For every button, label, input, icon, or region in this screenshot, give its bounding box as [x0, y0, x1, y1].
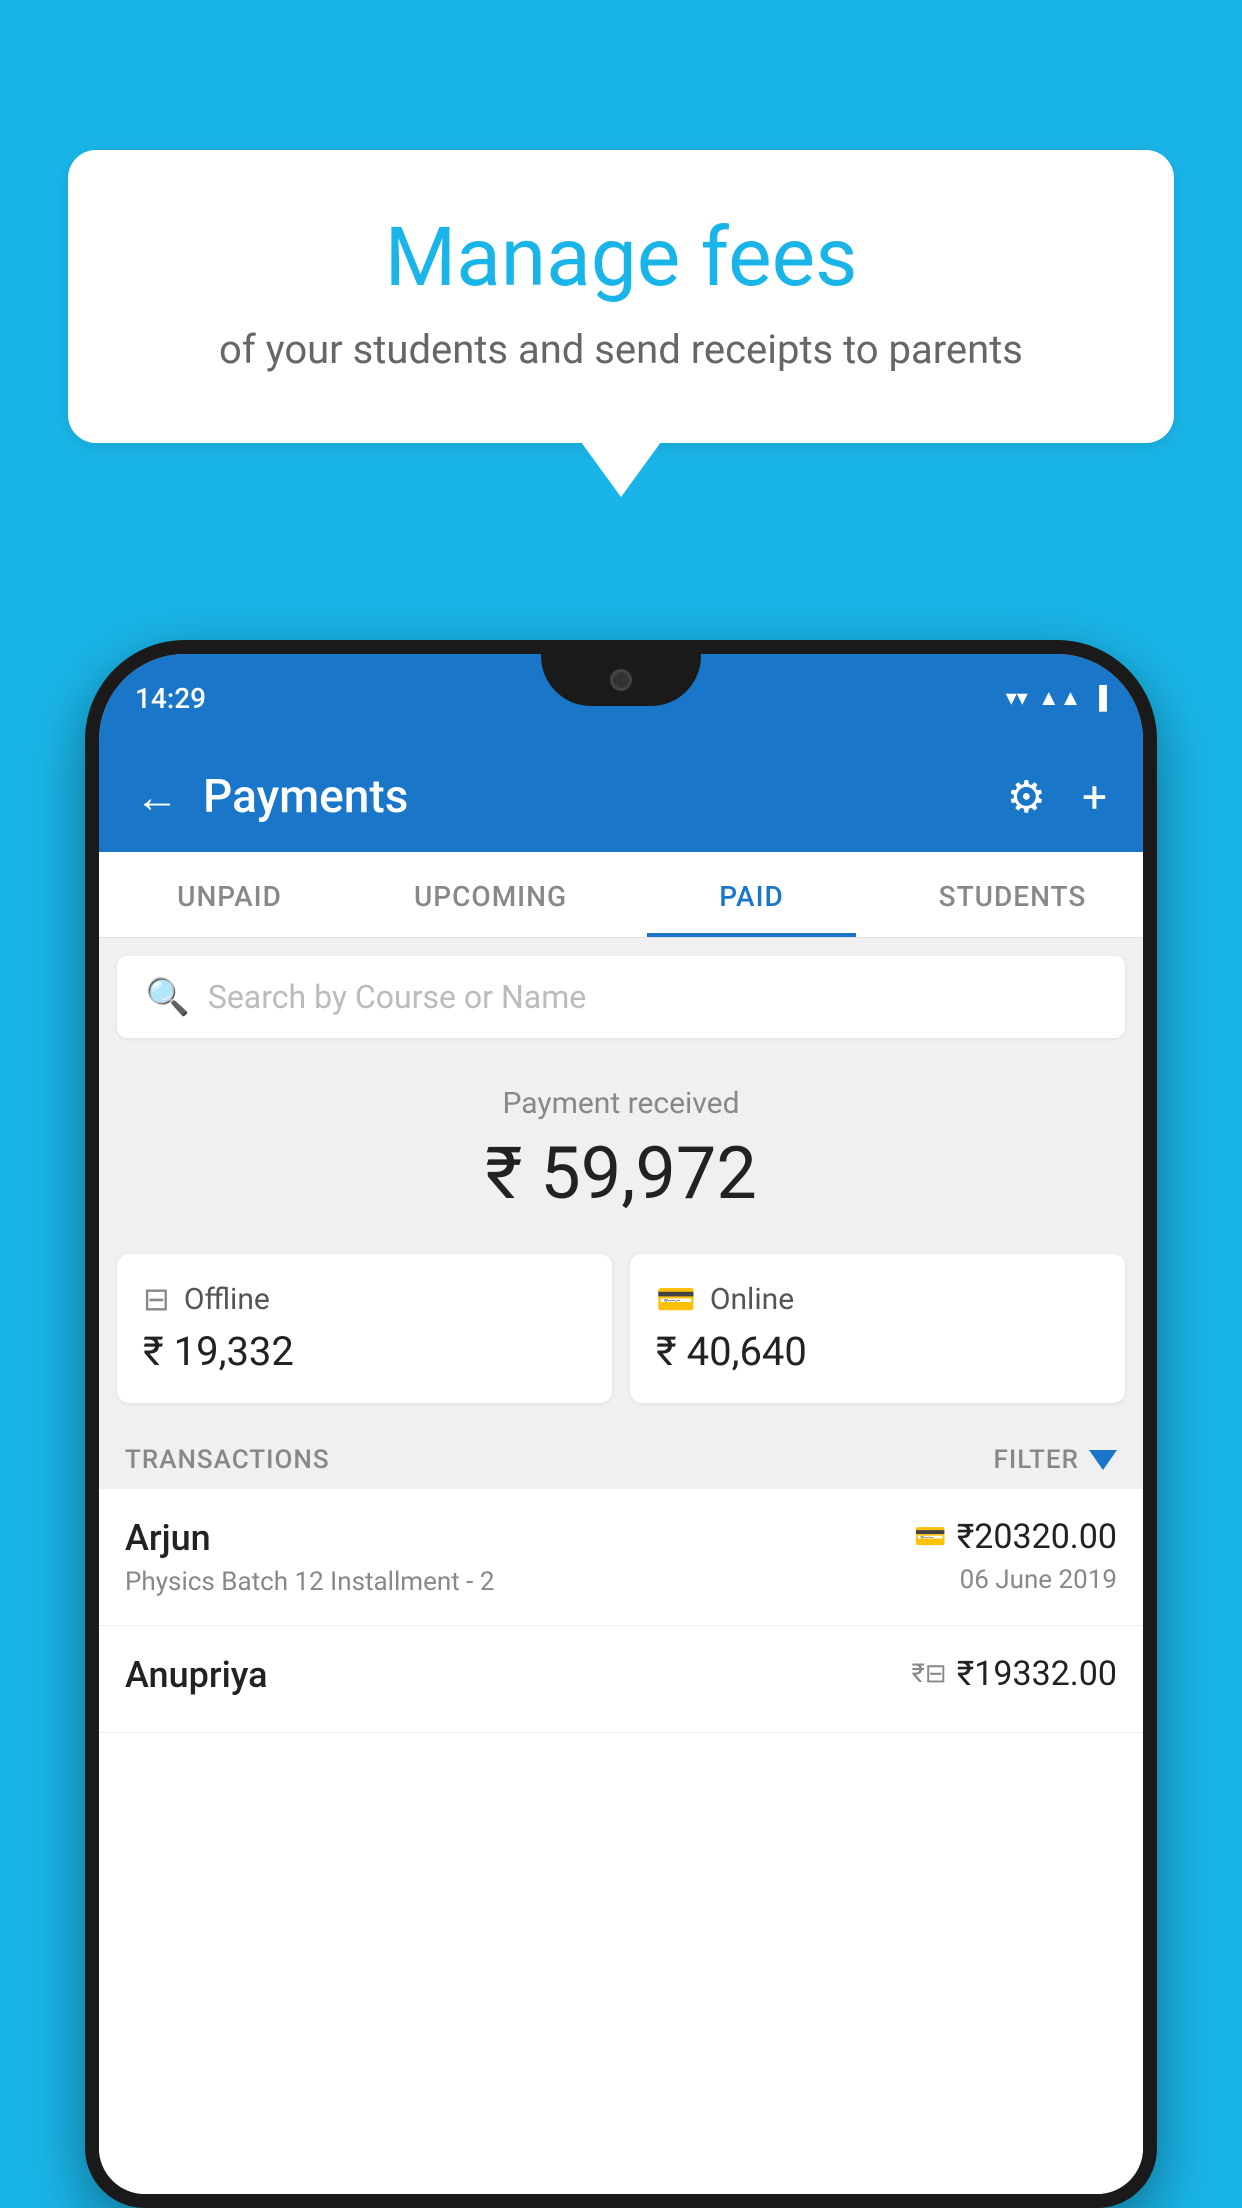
- payment-cards-row: ⊟ Offline ₹ 19,332 💳 Online ₹ 40,640: [99, 1236, 1143, 1427]
- tx-amount: ₹20320.00: [957, 1517, 1117, 1557]
- table-row[interactable]: Arjun Physics Batch 12 Installment - 2 💳…: [99, 1489, 1143, 1626]
- offline-icon: ⊟: [143, 1280, 170, 1318]
- status-icons: ▾▾ ▲▲ ▐: [1006, 685, 1107, 711]
- filter-label: FILTER: [994, 1445, 1079, 1475]
- tabs-bar: UNPAID UPCOMING PAID STUDENTS: [99, 852, 1143, 938]
- online-card-header: 💳 Online: [656, 1280, 1099, 1318]
- tab-paid[interactable]: PAID: [621, 852, 882, 937]
- online-label: Online: [710, 1282, 794, 1317]
- tx-left-arjun: Arjun Physics Batch 12 Installment - 2: [125, 1517, 494, 1597]
- bubble-title: Manage fees: [148, 210, 1094, 306]
- content-area: 🔍 Search by Course or Name Payment recei…: [99, 938, 1143, 2194]
- tx-payment-icon: 💳: [914, 1522, 946, 1552]
- offline-payment-card: ⊟ Offline ₹ 19,332: [117, 1254, 612, 1403]
- header-actions: ⚙ +: [1007, 771, 1107, 823]
- tx-right-anupriya: ₹⊟ ₹19332.00: [911, 1654, 1117, 1702]
- speech-bubble-container: Manage fees of your students and send re…: [68, 150, 1174, 443]
- tab-students[interactable]: STUDENTS: [882, 852, 1143, 937]
- online-amount: ₹ 40,640: [656, 1328, 1099, 1375]
- offline-card-header: ⊟ Offline: [143, 1280, 586, 1318]
- tx-cash-icon: ₹⊟: [911, 1659, 946, 1689]
- transaction-list: Arjun Physics Batch 12 Installment - 2 💳…: [99, 1489, 1143, 2194]
- header-title: Payments: [203, 770, 1007, 824]
- app-header: ← Payments ⚙ +: [99, 742, 1143, 852]
- tab-unpaid[interactable]: UNPAID: [99, 852, 360, 937]
- status-time: 14:29: [135, 682, 206, 715]
- signal-icon: ▲▲: [1038, 685, 1082, 711]
- phone-screen: 14:29 ▾▾ ▲▲ ▐ ← Payments ⚙ + UNPAID: [99, 654, 1143, 2194]
- tx-amount-row: 💳 ₹20320.00: [914, 1517, 1117, 1557]
- phone-device: 14:29 ▾▾ ▲▲ ▐ ← Payments ⚙ + UNPAID: [85, 640, 1157, 2208]
- offline-amount: ₹ 19,332: [143, 1328, 586, 1375]
- tab-upcoming[interactable]: UPCOMING: [360, 852, 621, 937]
- bubble-subtitle: of your students and send receipts to pa…: [148, 326, 1094, 373]
- notch-cutout: [541, 654, 701, 706]
- payment-received-label: Payment received: [99, 1086, 1143, 1121]
- tx-name: Anupriya: [125, 1654, 268, 1696]
- payment-received-amount: ₹ 59,972: [99, 1131, 1143, 1216]
- search-icon: 🔍: [145, 976, 190, 1018]
- filter-triangle-icon: [1089, 1450, 1117, 1470]
- notch-area: 14:29 ▾▾ ▲▲ ▐: [99, 654, 1143, 742]
- wifi-icon: ▾▾: [1006, 686, 1028, 711]
- filter-button[interactable]: FILTER: [994, 1445, 1117, 1475]
- tx-date: 06 June 2019: [914, 1565, 1117, 1595]
- camera: [610, 669, 632, 691]
- search-box[interactable]: 🔍 Search by Course or Name: [117, 956, 1125, 1038]
- transactions-header: TRANSACTIONS FILTER: [99, 1427, 1143, 1489]
- online-payment-card: 💳 Online ₹ 40,640: [630, 1254, 1125, 1403]
- tx-right-arjun: 💳 ₹20320.00 06 June 2019: [914, 1517, 1117, 1595]
- tx-amount-row: ₹⊟ ₹19332.00: [911, 1654, 1117, 1694]
- transactions-label: TRANSACTIONS: [125, 1445, 330, 1475]
- offline-label: Offline: [184, 1282, 270, 1317]
- search-placeholder: Search by Course or Name: [208, 978, 586, 1016]
- online-icon: 💳: [656, 1280, 696, 1318]
- speech-bubble: Manage fees of your students and send re…: [68, 150, 1174, 443]
- tx-detail: Physics Batch 12 Installment - 2: [125, 1567, 494, 1597]
- add-button[interactable]: +: [1082, 771, 1107, 823]
- back-button[interactable]: ←: [135, 775, 179, 819]
- tx-amount: ₹19332.00: [957, 1654, 1117, 1694]
- settings-icon[interactable]: ⚙: [1007, 771, 1046, 823]
- table-row[interactable]: Anupriya ₹⊟ ₹19332.00: [99, 1626, 1143, 1733]
- tx-name: Arjun: [125, 1517, 494, 1559]
- battery-icon: ▐: [1091, 685, 1107, 711]
- payment-received-section: Payment received ₹ 59,972: [99, 1056, 1143, 1236]
- tx-left-anupriya: Anupriya: [125, 1654, 268, 1704]
